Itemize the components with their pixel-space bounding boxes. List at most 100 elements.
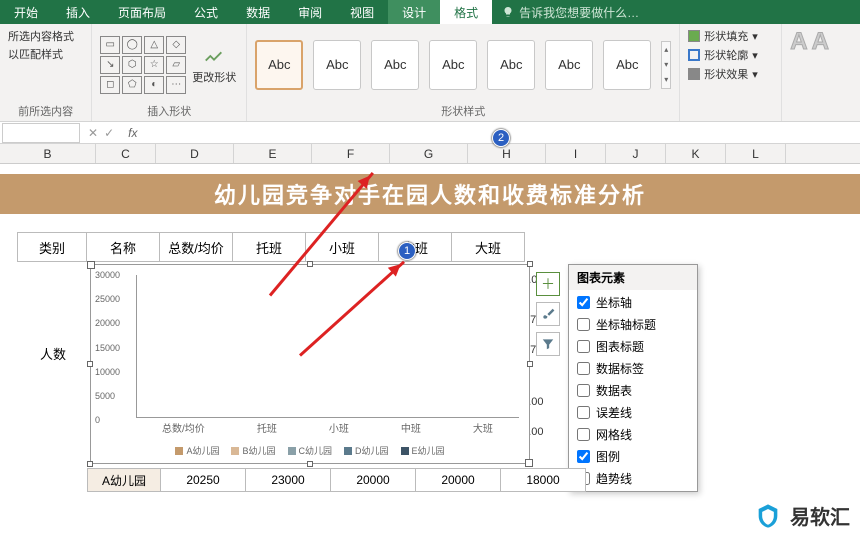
tell-me-text: 告诉我您想要做什么…	[519, 4, 639, 21]
table-header[interactable]: 托班	[232, 232, 306, 262]
y-tick: 5000	[95, 391, 115, 401]
shape-style-7[interactable]: Abc	[603, 40, 651, 90]
legend-item[interactable]: C幼儿园	[288, 444, 333, 457]
wordart-styles[interactable]: AA	[790, 28, 852, 56]
watermark-icon	[754, 502, 782, 530]
cancel-icon[interactable]: ✕	[88, 126, 98, 140]
tab-view[interactable]: 视图	[336, 0, 388, 24]
chart-element-option[interactable]: 数据标签	[577, 360, 689, 377]
legend-item[interactable]: A幼儿园	[175, 444, 219, 457]
y-tick: 25000	[95, 294, 120, 304]
chart-filter-button[interactable]	[536, 332, 560, 356]
shape-style-4[interactable]: Abc	[429, 40, 477, 90]
checkbox[interactable]	[577, 362, 590, 375]
row-label-people: 人数	[18, 344, 88, 363]
chart-element-option[interactable]: 图例	[577, 448, 689, 465]
y-tick: 15000	[95, 343, 120, 353]
tab-layout[interactable]: 页面布局	[104, 0, 180, 24]
chart-plot[interactable]	[136, 275, 519, 418]
change-shape[interactable]: 更改形状	[192, 45, 236, 85]
shape-fill[interactable]: 形状填充 ▾	[688, 28, 773, 44]
data-cell[interactable]: 23000	[245, 468, 331, 492]
chart-elements-button[interactable]: ＋	[536, 272, 560, 296]
table-header[interactable]: 大班	[451, 232, 525, 262]
tab-insert[interactable]: 插入	[52, 0, 104, 24]
fill-icon	[688, 30, 700, 42]
worksheet[interactable]: 幼儿园竞争对手在园人数和收费标准分析 类别名称总数/均价托班小班中班大班 人数 …	[0, 164, 860, 538]
name-box[interactable]	[2, 123, 80, 143]
fx-label[interactable]: fx	[120, 126, 145, 140]
annotation-badge-1: 1	[398, 242, 416, 260]
col-F[interactable]: F	[312, 144, 390, 163]
title-banner: 幼儿园竞争对手在园人数和收费标准分析	[0, 174, 860, 214]
shape-style-5[interactable]: Abc	[487, 40, 535, 90]
x-tick: 总数/均价	[162, 420, 205, 435]
shape-style-1[interactable]: Abc	[255, 40, 303, 90]
shape-gallery[interactable]: ▭◯△◇ ↘⬡☆▱ ◻⬠◐⋯	[100, 36, 186, 94]
col-H[interactable]: H	[468, 144, 546, 163]
tab-format[interactable]: 格式	[440, 0, 492, 24]
chart-element-option[interactable]: 网格线	[577, 426, 689, 443]
legend-item[interactable]: E幼儿园	[401, 444, 445, 457]
chart-styles-button[interactable]	[536, 302, 560, 326]
effects-icon	[688, 68, 700, 80]
chart-legend[interactable]: A幼儿园 B幼儿园 C幼儿园 D幼儿园 E幼儿园	[91, 444, 529, 457]
data-cell[interactable]: 20000	[415, 468, 501, 492]
col-I[interactable]: I	[546, 144, 606, 163]
col-J[interactable]: J	[606, 144, 666, 163]
selection-format[interactable]: 所选内容格式 以匹配样式	[8, 28, 83, 62]
col-G[interactable]: G	[390, 144, 468, 163]
table-header-row: 类别名称总数/均价托班小班中班大班	[18, 232, 525, 262]
data-cell[interactable]: 18000	[500, 468, 586, 492]
chart-element-option[interactable]: 数据表	[577, 382, 689, 399]
chart-element-option[interactable]: 趋势线	[577, 470, 689, 487]
shape-style-2[interactable]: Abc	[313, 40, 361, 90]
checkbox[interactable]	[577, 318, 590, 331]
chart-element-option[interactable]: 误差线	[577, 404, 689, 421]
annotation-badge-2: 2	[492, 129, 510, 147]
chart-element-option[interactable]: 坐标轴	[577, 294, 689, 311]
data-cell[interactable]: 20250	[160, 468, 246, 492]
checkbox[interactable]	[577, 406, 590, 419]
chart-side-buttons: ＋	[536, 272, 560, 356]
tab-data[interactable]: 数据	[232, 0, 284, 24]
tab-design[interactable]: 设计	[388, 0, 440, 24]
chart-element-option[interactable]: 图表标题	[577, 338, 689, 355]
col-E[interactable]: E	[234, 144, 312, 163]
edit-shape-icon	[203, 45, 225, 67]
enter-icon[interactable]: ✓	[104, 126, 114, 140]
tell-me[interactable]: 告诉我您想要做什么…	[502, 0, 639, 24]
col-C[interactable]: C	[96, 144, 156, 163]
shape-style-more[interactable]: ▴▾▾	[661, 41, 671, 89]
legend-item[interactable]: B幼儿园	[231, 444, 275, 457]
tab-home[interactable]: 开始	[0, 0, 52, 24]
data-cell[interactable]: 20000	[330, 468, 416, 492]
shape-style-6[interactable]: Abc	[545, 40, 593, 90]
chart-element-option[interactable]: 坐标轴标题	[577, 316, 689, 333]
col-D[interactable]: D	[156, 144, 234, 163]
checkbox[interactable]	[577, 384, 590, 397]
y-tick: 20000	[95, 318, 120, 328]
brush-icon	[541, 307, 555, 321]
shape-style-3[interactable]: Abc	[371, 40, 419, 90]
checkbox[interactable]	[577, 428, 590, 441]
legend-item[interactable]: D幼儿园	[344, 444, 389, 457]
col-B[interactable]: B	[0, 144, 96, 163]
checkbox[interactable]	[577, 296, 590, 309]
col-K[interactable]: K	[666, 144, 726, 163]
checkbox[interactable]	[577, 340, 590, 353]
checkbox[interactable]	[577, 450, 590, 463]
tab-formula[interactable]: 公式	[180, 0, 232, 24]
tab-review[interactable]: 审阅	[284, 0, 336, 24]
col-L[interactable]: L	[726, 144, 786, 163]
table-header[interactable]: 总数/均价	[159, 232, 233, 262]
table-header[interactable]: 类别	[17, 232, 87, 262]
data-cell[interactable]: A幼儿园	[87, 468, 161, 492]
group-label-shapes: 插入形状	[100, 101, 238, 119]
data-row: A幼儿园2025023000200002000018000	[88, 468, 586, 492]
chart-object[interactable]: 050001000015000200002500030000 总数/均价托班小班…	[90, 264, 530, 464]
x-tick: 小班	[329, 420, 349, 435]
shape-effects[interactable]: 形状效果 ▾	[688, 66, 773, 82]
table-header[interactable]: 名称	[86, 232, 160, 262]
shape-outline[interactable]: 形状轮廓 ▾	[688, 47, 773, 63]
